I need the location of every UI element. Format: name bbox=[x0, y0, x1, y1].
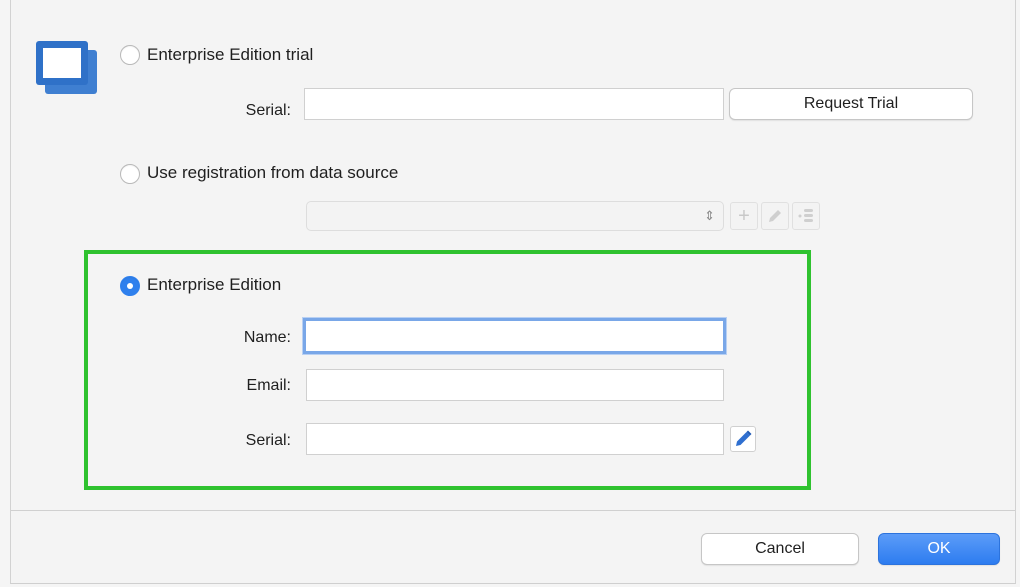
trial-serial-field[interactable] bbox=[304, 88, 724, 120]
edit-serial-button[interactable] bbox=[730, 426, 756, 452]
request-trial-button[interactable]: Request Trial bbox=[729, 88, 973, 120]
registration-dialog: Enterprise Edition trial Serial: Request… bbox=[10, 0, 1016, 584]
data-source-radio[interactable] bbox=[120, 164, 140, 184]
footer-divider bbox=[11, 510, 1015, 511]
enterprise-radio[interactable] bbox=[120, 276, 140, 296]
pencil-icon bbox=[769, 210, 781, 222]
trial-radio[interactable] bbox=[120, 45, 140, 65]
edit-data-source-button[interactable] bbox=[761, 202, 789, 230]
data-source-popup[interactable]: ⇕ bbox=[306, 201, 724, 231]
email-field[interactable] bbox=[306, 369, 724, 401]
database-button[interactable] bbox=[792, 202, 820, 230]
plus-icon: + bbox=[738, 205, 750, 227]
email-label: Email: bbox=[246, 377, 291, 394]
display-app-icon bbox=[36, 41, 97, 94]
trial-radio-label[interactable]: Enterprise Edition trial bbox=[147, 45, 313, 65]
chevron-updown-icon: ⇕ bbox=[704, 208, 715, 223]
name-field[interactable] bbox=[303, 318, 726, 354]
name-label: Name: bbox=[243, 329, 291, 346]
serial-label: Serial: bbox=[245, 432, 291, 449]
data-source-radio-label[interactable]: Use registration from data source bbox=[147, 163, 398, 183]
database-icon bbox=[798, 209, 813, 222]
serial-field[interactable] bbox=[306, 423, 724, 455]
enterprise-radio-label[interactable]: Enterprise Edition bbox=[147, 275, 281, 295]
trial-serial-label: Serial: bbox=[245, 102, 291, 119]
cancel-button[interactable]: Cancel bbox=[701, 533, 859, 565]
ok-button[interactable]: OK bbox=[878, 533, 1000, 565]
add-data-source-button[interactable]: + bbox=[730, 202, 758, 230]
pencil-icon bbox=[736, 430, 752, 446]
